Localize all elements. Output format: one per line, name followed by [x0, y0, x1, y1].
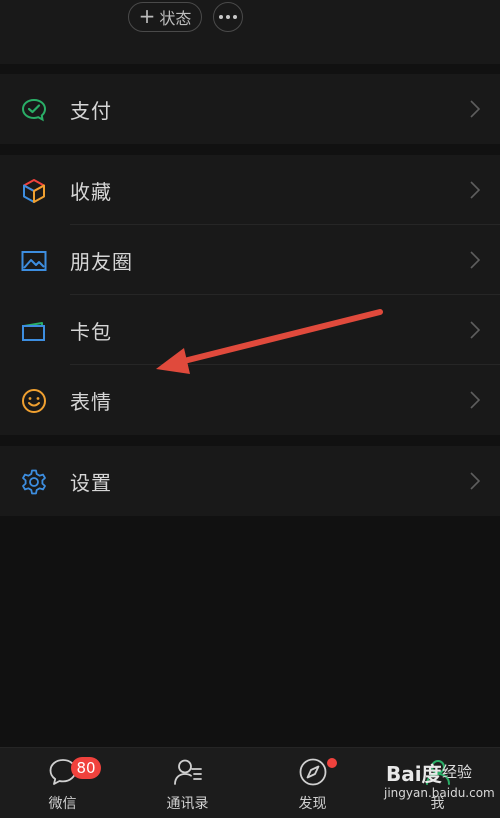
menu-item-settings[interactable]: 设置	[0, 446, 500, 516]
menu-item-moments[interactable]: 朋友圈	[0, 225, 500, 295]
menu-label-pay: 支付	[70, 98, 112, 123]
menu-item-stickers[interactable]: 表情	[0, 365, 500, 435]
favorites-cube-icon	[23, 179, 45, 203]
services-group: 收藏 朋友圈 卡包 表情	[0, 155, 500, 435]
menu-label-cards: 卡包	[70, 319, 112, 344]
menu-item-cards[interactable]: 卡包	[0, 295, 500, 365]
menu-label-settings: 设置	[70, 470, 112, 495]
plus-icon: +	[138, 4, 156, 28]
menu-label-favorites: 收藏	[70, 179, 112, 204]
watermark-jingyan: 经验	[442, 763, 473, 781]
more-dot	[226, 15, 230, 19]
card-wallet-icon	[22, 322, 45, 341]
menu-label-stickers: 表情	[70, 389, 112, 414]
baidu-jingyan-watermark: Bai度 经验 jingyan.baidu.com	[384, 758, 496, 806]
status-label: 状态	[159, 9, 192, 28]
tab-contacts[interactable]: 通讯录	[125, 748, 250, 818]
watermark-brand: Bai度	[386, 762, 442, 786]
tab-label-chats: 微信	[48, 796, 77, 812]
compass-icon	[299, 758, 326, 786]
pay-group: 支付	[0, 74, 500, 144]
menu-label-moments: 朋友圈	[70, 249, 133, 274]
watermark-url: jingyan.baidu.com	[384, 786, 495, 800]
add-status-button[interactable]: + 状态	[128, 2, 202, 32]
unread-badge: 80	[71, 757, 101, 779]
more-button[interactable]	[213, 2, 243, 32]
moments-picture-icon	[21, 251, 47, 271]
tab-chats[interactable]: 80 微信	[0, 748, 125, 818]
menu-item-favorites[interactable]: 收藏	[0, 155, 500, 225]
tab-discover[interactable]: 发现	[250, 748, 375, 818]
smiley-face-icon	[22, 389, 46, 413]
chevron-right-icon	[470, 472, 480, 490]
menu-item-pay[interactable]: 支付	[0, 74, 500, 144]
chevron-right-icon	[470, 100, 480, 118]
contacts-person-icon	[173, 759, 202, 785]
tab-label-discover: 发现	[298, 796, 327, 812]
chevron-right-icon	[470, 321, 480, 339]
profile-header: + 状态	[0, 0, 500, 64]
new-moments-dot	[327, 758, 337, 768]
more-dot	[233, 15, 237, 19]
chevron-right-icon	[470, 391, 480, 409]
more-dot	[219, 15, 223, 19]
settings-group: 设置	[0, 446, 500, 516]
chevron-right-icon	[470, 251, 480, 269]
tab-label-contacts: 通讯录	[166, 796, 209, 812]
gear-icon	[22, 469, 46, 495]
pay-icon	[21, 98, 47, 122]
chevron-right-icon	[470, 181, 480, 199]
